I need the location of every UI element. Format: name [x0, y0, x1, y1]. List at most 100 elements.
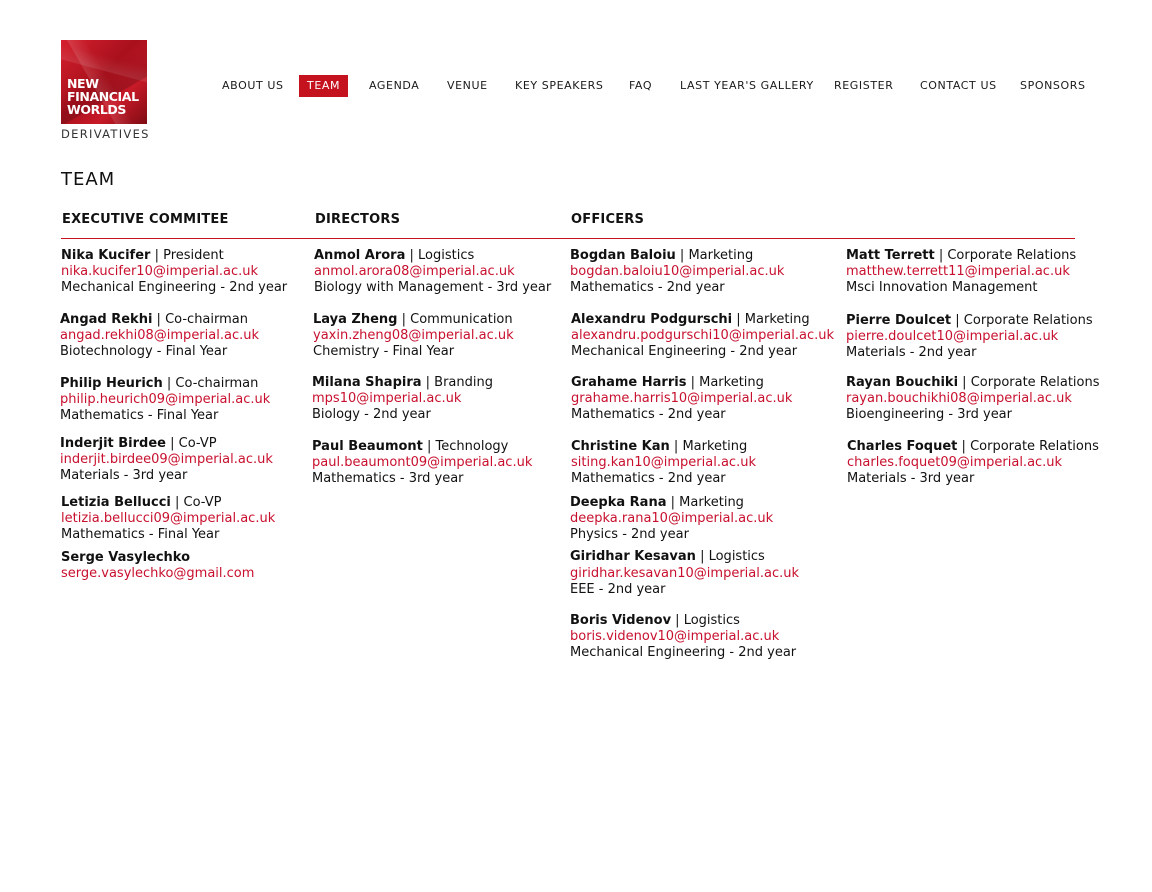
member-name: Angad Rekhi — [60, 312, 153, 327]
team-member: Boris Videnov | Logistics boris.videnov1… — [570, 613, 797, 660]
member-email-link[interactable]: philip.heurich09@imperial.ac.uk — [60, 392, 270, 408]
team-member: Rayan Bouchiki | Corporate Relations ray… — [846, 375, 1100, 422]
member-name: Bogdan Baloiu — [570, 248, 676, 263]
section-divider — [61, 238, 1075, 239]
member-email-link[interactable]: serge.vasylechko@gmail.com — [61, 566, 254, 582]
member-course: Mechanical Engineering - 2nd year — [61, 280, 288, 295]
team-member: Bogdan Baloiu | Marketing bogdan.baloiu1… — [570, 248, 785, 295]
member-role: Co-chairman — [165, 312, 248, 327]
member-name: Nika Kucifer — [61, 248, 151, 263]
nav-about-us[interactable]: ABOUT US — [222, 75, 284, 97]
member-name: Laya Zheng — [313, 312, 398, 327]
team-member: Paul Beaumont | Technology paul.beaumont… — [312, 439, 533, 486]
member-email-link[interactable]: rayan.bouchikhi08@imperial.ac.uk — [846, 391, 1100, 407]
member-course: EEE - 2nd year — [570, 582, 666, 597]
member-email-link[interactable]: pierre.doulcet10@imperial.ac.uk — [846, 329, 1093, 345]
member-role: Technology — [435, 439, 509, 454]
member-course: Physics - 2nd year — [570, 527, 689, 542]
team-member: Matt Terrett | Corporate Relations matth… — [846, 248, 1077, 295]
nav-team[interactable]: TEAM — [299, 75, 349, 97]
team-member: Letizia Bellucci | Co-VP letizia.bellucc… — [61, 495, 276, 542]
member-name: Rayan Bouchiki — [846, 375, 959, 390]
member-name: Philip Heurich — [60, 376, 163, 391]
member-email-link[interactable]: grahame.harris10@imperial.ac.uk — [571, 391, 792, 407]
member-role: Marketing — [682, 439, 748, 454]
member-email-link[interactable]: yaxin.zheng08@imperial.ac.uk — [313, 328, 514, 344]
member-role: Marketing — [688, 248, 754, 263]
team-member: Milana Shapira | Branding mps10@imperial… — [312, 375, 493, 422]
member-role: Corporate Relations — [970, 439, 1099, 454]
team-member: Giridhar Kesavan | Logistics giridhar.ke… — [570, 549, 800, 597]
member-role: Logistics — [418, 248, 475, 263]
nav-key-speakers[interactable]: KEY SPEAKERS — [515, 75, 603, 97]
team-member: Deepka Rana | Marketing deepka.rana10@im… — [570, 495, 774, 542]
member-name: Matt Terrett — [846, 248, 935, 263]
member-email-link[interactable]: inderjit.birdee09@imperial.ac.uk — [60, 452, 273, 468]
member-email-link[interactable]: angad.rekhi08@imperial.ac.uk — [60, 328, 259, 344]
member-course: Chemistry - Final Year — [313, 344, 455, 359]
nav-venue[interactable]: VENUE — [447, 75, 488, 97]
member-email-link[interactable]: charles.foquet09@imperial.ac.uk — [847, 455, 1099, 471]
team-member: Alexandru Podgurschi | Marketing alexand… — [571, 312, 835, 359]
member-role: President — [163, 248, 224, 263]
member-course: Materials - 2nd year — [846, 345, 977, 360]
member-course: Materials - 3rd year — [847, 471, 975, 486]
member-email-link[interactable]: paul.beaumont09@imperial.ac.uk — [312, 455, 532, 471]
member-email-link[interactable]: nika.kucifer10@imperial.ac.uk — [61, 264, 287, 280]
logo-line-3: WORLDS — [67, 102, 126, 117]
member-email-link[interactable]: matthew.terrett11@imperial.ac.uk — [846, 264, 1076, 280]
member-course: Materials - 3rd year — [60, 468, 188, 483]
member-name: Milana Shapira — [312, 375, 422, 390]
member-course: Mathematics - 2nd year — [570, 280, 725, 295]
team-member: Grahame Harris | Marketing grahame.harri… — [571, 375, 793, 422]
member-role: Marketing — [679, 495, 744, 510]
member-role: Co-VP — [178, 436, 217, 451]
member-email-link[interactable]: alexandru.podgurschi10@imperial.ac.uk — [571, 328, 834, 344]
member-email-link[interactable]: anmol.arora08@imperial.ac.uk — [314, 264, 551, 280]
member-course: Mathematics - 2nd year — [571, 407, 726, 422]
member-email-link[interactable]: mps10@imperial.ac.uk — [312, 391, 493, 407]
member-email-link[interactable]: boris.videnov10@imperial.ac.uk — [570, 629, 796, 645]
member-name: Anmol Arora — [314, 248, 406, 263]
nav-sponsors[interactable]: SPONSORS — [1020, 75, 1086, 97]
nav-faq[interactable]: FAQ — [629, 75, 652, 97]
member-course: Mathematics - 2nd year — [571, 471, 726, 486]
team-member: Nika Kucifer | President nika.kucifer10@… — [61, 248, 288, 295]
member-name: Inderjit Birdee — [60, 436, 166, 451]
member-name: Letizia Bellucci — [61, 495, 171, 510]
nav-register[interactable]: REGISTER — [834, 75, 893, 97]
member-course: Biology with Management - 3rd year — [314, 280, 552, 295]
team-member: Inderjit Birdee | Co-VP inderjit.birdee0… — [60, 436, 273, 483]
member-course: Mathematics - 3rd year — [312, 471, 464, 486]
member-role: Corporate Relations — [970, 375, 1100, 390]
member-name: Pierre Doulcet — [846, 313, 952, 328]
member-email-link[interactable]: deepka.rana10@imperial.ac.uk — [570, 511, 773, 527]
member-role: Branding — [434, 375, 493, 390]
member-email-link[interactable]: bogdan.baloiu10@imperial.ac.uk — [570, 264, 784, 280]
team-member: Angad Rekhi | Co-chairman angad.rekhi08@… — [60, 312, 259, 359]
member-email-link[interactable]: letizia.bellucci09@imperial.ac.uk — [61, 511, 275, 527]
member-email-link[interactable]: siting.kan10@imperial.ac.uk — [571, 455, 756, 471]
site-logo[interactable]: NEW FINANCIAL WORLDS DERIVATIVES — [61, 40, 151, 141]
member-name: Christine Kan — [571, 439, 670, 454]
nav-agenda[interactable]: AGENDA — [369, 75, 419, 97]
member-role: Logistics — [683, 613, 740, 628]
logo-emblem: NEW FINANCIAL WORLDS — [61, 40, 147, 124]
nav-contact-us[interactable]: CONTACT US — [920, 75, 997, 97]
member-name: Alexandru Podgurschi — [571, 312, 733, 327]
team-member: Charles Foquet | Corporate Relations cha… — [847, 439, 1099, 486]
team-member: Pierre Doulcet | Corporate Relations pie… — [846, 313, 1093, 360]
member-email-link[interactable]: giridhar.kesavan10@imperial.ac.uk — [570, 566, 799, 582]
member-role: Marketing — [699, 375, 764, 390]
team-member: Christine Kan | Marketing siting.kan10@i… — [571, 439, 756, 486]
section-heading-executive: EXECUTIVE COMMITEE — [62, 212, 229, 227]
member-role: Co-VP — [183, 495, 222, 510]
member-name: Grahame Harris — [571, 375, 687, 390]
member-course: Biotechnology - Final Year — [60, 344, 228, 359]
member-role: Communication — [410, 312, 513, 327]
member-course: Mechanical Engineering - 2nd year — [571, 344, 798, 359]
section-heading-directors: DIRECTORS — [315, 212, 401, 227]
nav-last-years-gallery[interactable]: LAST YEAR'S GALLERY — [680, 75, 814, 97]
page-title: TEAM — [61, 169, 116, 190]
member-role: Corporate Relations — [947, 248, 1077, 263]
